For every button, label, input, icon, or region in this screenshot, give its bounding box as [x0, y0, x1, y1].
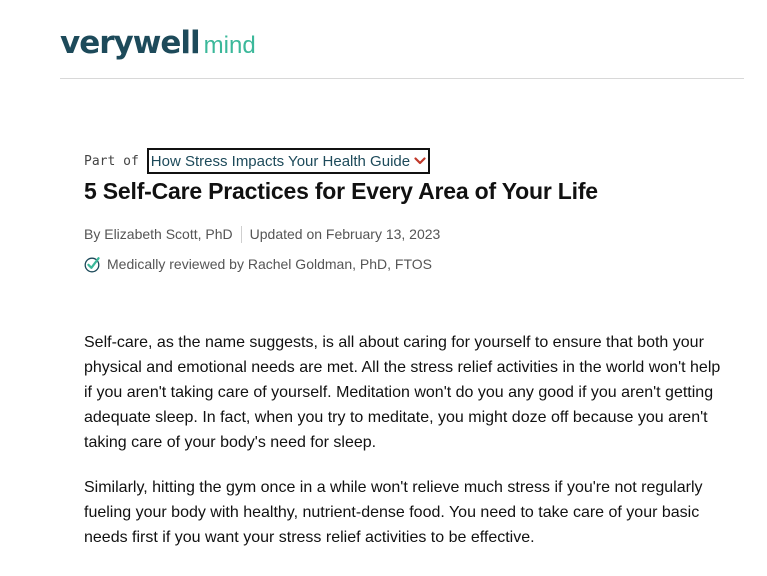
- guide-dropdown[interactable]: How Stress Impacts Your Health Guide: [146, 148, 431, 174]
- logo-wordmark: verywell: [60, 25, 201, 61]
- guide-prefix: Part of: [84, 153, 139, 169]
- chevron-down-icon: [414, 156, 426, 166]
- site-header: verywell mind: [60, 0, 744, 79]
- article-body: Self-care, as the name suggests, is all …: [84, 330, 724, 570]
- reviewer-link[interactable]: Medically reviewed by Rachel Goldman, Ph…: [107, 256, 432, 272]
- check-badge-icon: [84, 256, 101, 273]
- byline-divider: [240, 225, 242, 243]
- logo-subbrand: mind: [203, 32, 256, 59]
- article-title: 5 Self-Care Practices for Every Area of …: [84, 178, 598, 204]
- guide-dropdown-label: How Stress Impacts Your Health Guide: [150, 152, 411, 170]
- author-link[interactable]: By Elizabeth Scott, PhD: [84, 226, 233, 242]
- article-paragraph: Similarly, hitting the gym once in a whi…: [84, 479, 703, 546]
- updated-date: Updated on February 13, 2023: [249, 226, 441, 242]
- site-logo[interactable]: verywell mind: [60, 28, 256, 59]
- medical-review: Medically reviewed by Rachel Goldman, Ph…: [84, 254, 432, 274]
- guide-selector-row: Part of How Stress Impacts Your Health G…: [84, 148, 431, 174]
- article-paragraph: Self-care, as the name suggests, is all …: [84, 334, 721, 451]
- article-byline: By Elizabeth Scott, PhD Updated on Febru…: [84, 224, 440, 244]
